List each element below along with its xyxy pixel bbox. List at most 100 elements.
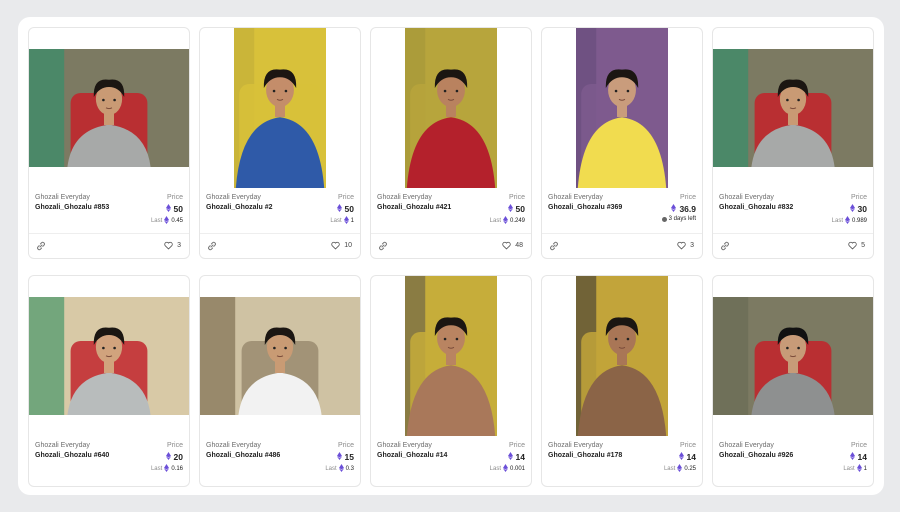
like-button[interactable]: 10	[331, 241, 352, 250]
nft-image-area	[200, 276, 360, 436]
eth-icon	[502, 464, 508, 474]
nft-card[interactable]: Ghozali Everyday Ghozali_Ghozalu #640 Pr…	[28, 275, 190, 487]
nft-image[interactable]	[200, 297, 360, 415]
price-label: Price	[338, 194, 354, 201]
nft-card[interactable]: Ghozali Everyday Ghozali_Ghozalu #926 Pr…	[712, 275, 874, 487]
eth-icon	[671, 204, 677, 214]
nft-name[interactable]: Ghozali_Ghozalu #178	[548, 452, 696, 459]
heart-icon	[331, 241, 340, 250]
price-value: 14	[515, 452, 525, 462]
eth-icon	[507, 204, 513, 214]
nft-info: Ghozali Everyday Ghozali_Ghozalu #14 Pri…	[377, 442, 525, 472]
nft-card[interactable]: Ghozali Everyday Ghozali_Ghozalu #832 Pr…	[712, 27, 874, 259]
price-value: 50	[344, 204, 354, 214]
like-count: 48	[515, 242, 523, 249]
nft-name[interactable]: Ghozali_Ghozalu #853	[35, 204, 183, 211]
nft-name[interactable]: Ghozali_Ghozalu #832	[719, 204, 867, 211]
last-label: Last	[325, 466, 337, 472]
like-button[interactable]: 5	[848, 241, 865, 250]
price: 15	[336, 452, 354, 462]
collection-name[interactable]: Ghozali Everyday	[719, 194, 867, 201]
collection-name[interactable]: Ghozali Everyday	[206, 194, 354, 201]
nft-name[interactable]: Ghozali_Ghozalu #2	[206, 204, 354, 211]
nft-card[interactable]: Ghozali Everyday Ghozali_Ghozalu #853 Pr…	[28, 27, 190, 259]
nft-name[interactable]: Ghozali_Ghozalu #926	[719, 452, 867, 459]
like-count: 3	[690, 242, 694, 249]
price-label: Price	[851, 194, 867, 201]
link-icon[interactable]	[720, 241, 730, 251]
last-label: Last	[831, 218, 843, 224]
price-value: 36.9	[679, 204, 696, 214]
like-button[interactable]: 48	[502, 241, 523, 250]
eth-icon	[164, 464, 170, 474]
nft-name[interactable]: Ghozali_Ghozalu #486	[206, 452, 354, 459]
like-count: 3	[177, 242, 181, 249]
link-icon[interactable]	[207, 241, 217, 251]
nft-image[interactable]	[29, 297, 189, 415]
nft-card[interactable]: Ghozali Everyday Ghozali_Ghozalu #421 Pr…	[370, 27, 532, 259]
last-label: Last	[150, 218, 163, 224]
nft-card[interactable]: Ghozali Everyday Ghozali_Ghozalu #14 Pri…	[370, 275, 532, 487]
nft-name[interactable]: Ghozali_Ghozalu #421	[377, 204, 525, 211]
card-footer: 10	[200, 233, 360, 258]
last-price: 0.45	[171, 218, 183, 224]
price-value: 50	[515, 204, 525, 214]
nft-grid-panel: Ghozali Everyday Ghozali_Ghozalu #853 Pr…	[18, 17, 884, 495]
like-button[interactable]: 3	[164, 241, 181, 250]
price-value: 30	[857, 204, 867, 214]
nft-image[interactable]	[234, 28, 326, 188]
last-label: Last	[489, 218, 501, 224]
last-sale: Last 0.001	[490, 464, 525, 474]
nft-image[interactable]	[405, 28, 497, 188]
collection-name[interactable]: Ghozali Everyday	[35, 442, 183, 449]
nft-image-area	[29, 28, 189, 188]
card-footer: 3	[29, 233, 189, 258]
nft-card[interactable]: Ghozali Everyday Ghozali_Ghozalu #178 Pr…	[541, 275, 703, 487]
nft-image[interactable]	[29, 49, 189, 167]
link-icon[interactable]	[36, 241, 46, 251]
eth-icon	[677, 464, 683, 474]
nft-name[interactable]: Ghozali_Ghozalu #14	[377, 452, 525, 459]
like-count: 5	[861, 242, 865, 249]
last-sale: Last 0.25	[664, 464, 696, 474]
collection-name[interactable]: Ghozali Everyday	[377, 442, 525, 449]
price: 14	[507, 452, 525, 462]
heart-icon	[677, 241, 686, 250]
nft-image[interactable]	[713, 49, 873, 167]
price: 50	[507, 204, 525, 214]
nft-image[interactable]	[576, 28, 668, 188]
collection-name[interactable]: Ghozali Everyday	[548, 442, 696, 449]
nft-grid: Ghozali Everyday Ghozali_Ghozalu #853 Pr…	[28, 27, 874, 487]
price-value: 14	[686, 452, 696, 462]
card-footer: 3	[542, 233, 702, 258]
like-button[interactable]: 3	[677, 241, 694, 250]
price-label: Price	[680, 194, 696, 201]
nft-info: Ghozali Everyday Ghozali_Ghozalu #178 Pr…	[548, 442, 696, 472]
nft-image[interactable]	[405, 276, 497, 436]
last-sale: Last 0.45	[151, 216, 183, 226]
collection-name[interactable]: Ghozali Everyday	[377, 194, 525, 201]
last-price: 1	[863, 466, 867, 472]
link-icon[interactable]	[549, 241, 559, 251]
last-sale: Last 1	[843, 464, 867, 474]
last-sale: Last 0.249	[490, 216, 525, 226]
last-price: 0.3	[345, 466, 354, 472]
nft-name[interactable]: Ghozali_Ghozalu #640	[35, 452, 183, 459]
nft-card[interactable]: Ghozali Everyday Ghozali_Ghozalu #486 Pr…	[199, 275, 361, 487]
collection-name[interactable]: Ghozali Everyday	[548, 194, 696, 201]
collection-name[interactable]: Ghozali Everyday	[719, 442, 867, 449]
link-icon[interactable]	[378, 241, 388, 251]
nft-image[interactable]	[576, 276, 668, 436]
nft-card[interactable]: Ghozali Everyday Ghozali_Ghozalu #369 Pr…	[541, 27, 703, 259]
collection-name[interactable]: Ghozali Everyday	[206, 442, 354, 449]
price: 14	[678, 452, 696, 462]
collection-name[interactable]: Ghozali Everyday	[35, 194, 183, 201]
eth-icon	[678, 452, 684, 462]
nft-image[interactable]	[713, 297, 873, 415]
last-label: Last	[150, 466, 163, 472]
last-sale: Last 1	[330, 216, 354, 226]
nft-card[interactable]: Ghozali Everyday Ghozali_Ghozalu #2 Pric…	[199, 27, 361, 259]
price-value: 14	[857, 452, 867, 462]
last-label: Last	[663, 466, 676, 472]
price-value: 20	[173, 452, 183, 462]
